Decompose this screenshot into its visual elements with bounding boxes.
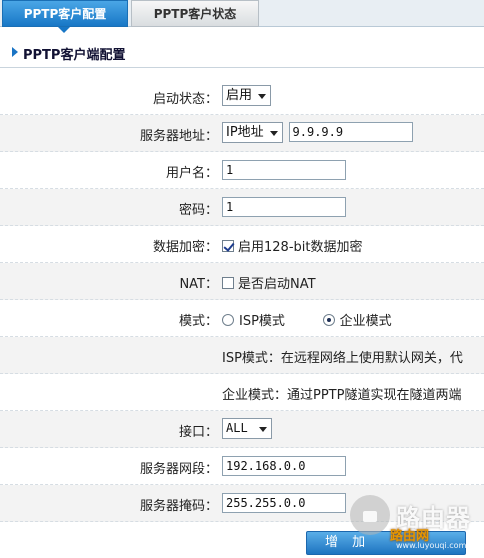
interface-select[interactable]: ALL bbox=[222, 418, 272, 439]
section-title: PPTP客户端配置 bbox=[23, 48, 126, 63]
username-input[interactable]: 1 bbox=[222, 160, 346, 180]
encryption-option-text: 启用128-bit数据加密 bbox=[238, 240, 363, 255]
row-server-address: 服务器地址： IP地址 9.9.9.9 bbox=[0, 115, 484, 152]
encryption-checkbox[interactable] bbox=[222, 239, 234, 252]
chevron-down-icon bbox=[269, 131, 278, 136]
password-input[interactable]: 1 bbox=[222, 197, 346, 217]
row-mode: 模式： ISP模式 企业模式 bbox=[0, 300, 484, 337]
tab-bar: PPTP客户配置 PPTP客户状态 bbox=[0, 0, 484, 27]
isp-mode-description: ISP模式：在远程网络上使用默认网关，代 bbox=[222, 351, 463, 366]
row-status: 启动状态： 启用 bbox=[0, 78, 484, 115]
row-encryption: 数据加密： 启用128-bit数据加密 bbox=[0, 226, 484, 263]
chevron-down-icon bbox=[259, 427, 267, 432]
status-select-value: 启用 bbox=[226, 88, 253, 103]
watermark-url: www.luyouqi.com bbox=[396, 541, 467, 550]
row-server-subnet: 服务器网段： 192.168.0.0 bbox=[0, 448, 484, 485]
interface-select-value: ALL bbox=[226, 421, 248, 435]
server-subnet-input[interactable]: 192.168.0.0 bbox=[222, 456, 346, 476]
row-nat: NAT： 是否启动NAT bbox=[0, 263, 484, 300]
section-arrow-icon bbox=[12, 47, 18, 57]
tab-pptp-client-status[interactable]: PPTP客户状态 bbox=[131, 0, 259, 27]
status-select[interactable]: 启用 bbox=[222, 85, 272, 106]
router-logo-icon bbox=[350, 495, 390, 535]
row-password: 密码： 1 bbox=[0, 189, 484, 226]
status-label: 启动状态： bbox=[152, 92, 218, 107]
server-mask-label: 服务器掩码： bbox=[139, 499, 218, 514]
nat-checkbox[interactable] bbox=[222, 276, 234, 289]
row-isp-description: ISP模式：在远程网络上使用默认网关，代 bbox=[0, 337, 484, 374]
tab-pptp-client-config[interactable]: PPTP客户配置 bbox=[2, 0, 128, 27]
isp-mode-radio[interactable] bbox=[222, 313, 234, 326]
server-address-input[interactable]: 9.9.9.9 bbox=[288, 122, 413, 142]
server-mask-input[interactable]: 255.255.0.0 bbox=[222, 493, 346, 513]
active-tab-indicator bbox=[58, 27, 70, 33]
enterprise-mode-description: 企业模式：通过PPTP隧道实现在隧道两端 bbox=[222, 388, 462, 403]
encryption-label: 数据加密： bbox=[152, 240, 218, 255]
enterprise-mode-radio[interactable] bbox=[322, 313, 335, 326]
server-type-value: IP地址 bbox=[226, 125, 264, 140]
row-interface: 接口： ALL bbox=[0, 411, 484, 448]
chevron-down-icon bbox=[258, 94, 267, 99]
server-subnet-label: 服务器网段： bbox=[139, 462, 218, 477]
nat-label: NAT： bbox=[179, 277, 218, 292]
watermark: 路由器 路由网 www.luyouqi.com bbox=[350, 495, 484, 557]
row-username: 用户名： 1 bbox=[0, 152, 484, 189]
section-header: PPTP客户端配置 bbox=[0, 38, 484, 68]
server-type-select[interactable]: IP地址 bbox=[222, 122, 283, 143]
isp-mode-text: ISP模式 bbox=[239, 314, 285, 329]
row-enterprise-description: 企业模式：通过PPTP隧道实现在隧道两端 bbox=[0, 374, 484, 411]
interface-label: 接口： bbox=[178, 425, 218, 440]
nat-option-text: 是否启动NAT bbox=[238, 277, 316, 292]
username-label: 用户名： bbox=[165, 166, 218, 181]
enterprise-mode-text: 企业模式 bbox=[339, 314, 392, 329]
password-label: 密码： bbox=[178, 203, 218, 218]
mode-label: 模式： bbox=[178, 314, 218, 329]
server-address-label: 服务器地址： bbox=[139, 129, 218, 144]
